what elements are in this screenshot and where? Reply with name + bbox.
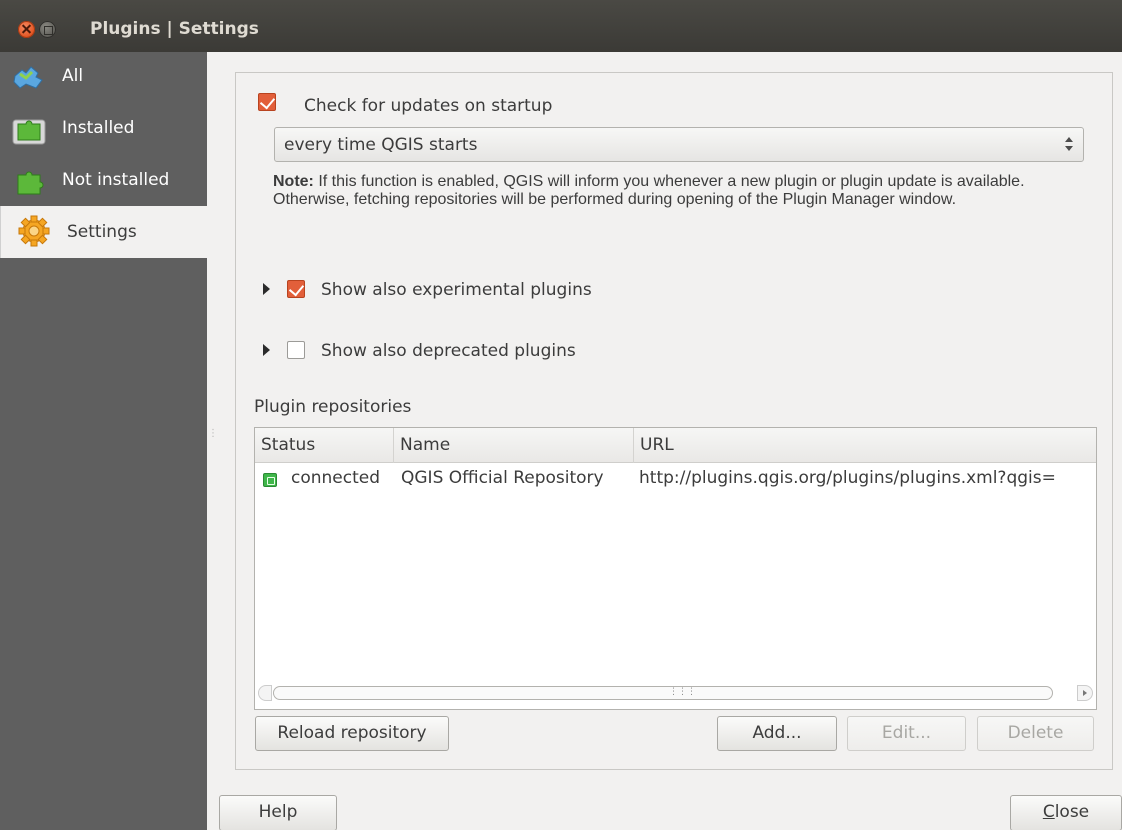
expand-deprecated-icon[interactable] [263,344,270,356]
update-frequency-select[interactable]: every time QGIS starts [274,127,1084,162]
scroll-left-icon[interactable] [258,685,272,701]
experimental-checkbox[interactable] [287,280,305,298]
note-text: If this function is enabled, QGIS will i… [273,173,1025,208]
sidebar: All Installed Not installed Settings [0,52,207,830]
minimize-window-icon[interactable] [39,21,56,38]
deprecated-checkbox[interactable] [287,341,305,359]
select-arrows-icon [1065,136,1073,152]
update-note: Note: If this function is enabled, QGIS … [273,173,1073,209]
scrollbar-thumb[interactable]: ⋮⋮⋮ [273,686,1053,700]
check-updates-label: Check for updates on startup [304,96,553,116]
plugins-installed-icon [12,119,46,145]
sidebar-item-all[interactable]: All [0,52,207,104]
cell-name: QGIS Official Repository [401,468,604,488]
add-repository-button[interactable]: Add... [717,716,837,751]
close-button[interactable]: Close [1010,795,1122,830]
expand-experimental-icon[interactable] [263,283,270,295]
status-connected-icon [263,473,277,487]
sidebar-item-label: Settings [67,222,137,242]
repositories-table: Status Name URL connected QGIS Official … [254,427,1097,710]
column-header-status[interactable]: Status [255,428,394,463]
sidebar-item-label: Not installed [62,170,170,190]
close-window-icon[interactable] [18,21,35,38]
scroll-right-icon[interactable] [1077,685,1093,701]
experimental-label: Show also experimental plugins [321,280,592,300]
horizontal-scrollbar[interactable]: ⋮⋮⋮ [255,684,1096,702]
sidebar-item-not-installed[interactable]: Not installed [0,156,207,208]
table-header: Status Name URL [255,428,1096,463]
plugins-all-icon [13,66,43,89]
grip-icon: ⋮⋮⋮ [669,687,696,697]
sidebar-item-installed[interactable]: Installed [0,104,207,156]
window-title: Plugins | Settings [90,19,259,39]
note-bold: Note: [273,173,314,190]
column-header-url[interactable]: URL [634,428,1096,463]
delete-repository-button[interactable]: Delete [977,716,1094,751]
cell-url: http://plugins.qgis.org/plugins/plugins.… [639,468,1056,488]
table-row[interactable]: connected QGIS Official Repository http:… [255,464,1096,494]
close-button-mnemonic: C [1042,802,1055,822]
check-updates-checkbox[interactable] [258,93,276,111]
settings-gear-icon [18,215,50,247]
sidebar-item-settings[interactable]: Settings [0,206,207,258]
column-header-name[interactable]: Name [394,428,634,463]
update-frequency-value: every time QGIS starts [284,135,478,155]
help-button[interactable]: Help [219,795,337,830]
edit-repository-button[interactable]: Edit... [847,716,966,751]
plugins-not-installed-icon [17,171,44,195]
reload-repository-button[interactable]: Reload repository [255,716,449,751]
sidebar-item-label: Installed [62,118,135,138]
repositories-label: Plugin repositories [254,397,412,417]
close-button-rest: lose [1054,802,1090,822]
sidebar-item-label: All [62,66,84,86]
deprecated-label: Show also deprecated plugins [321,341,576,361]
cell-status: connected [291,468,381,488]
title-bar: Plugins | Settings [0,0,1122,52]
splitter-handle[interactable]: ⋮ [208,429,218,454]
